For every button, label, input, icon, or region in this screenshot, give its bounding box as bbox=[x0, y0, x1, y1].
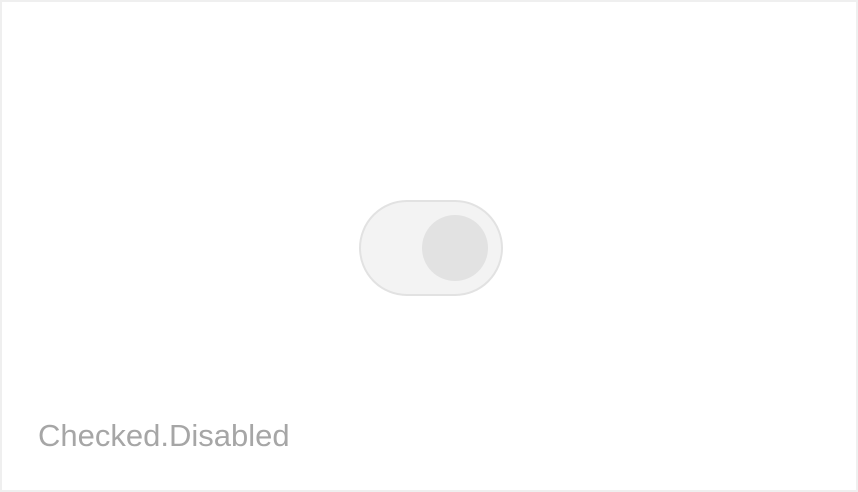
toggle-switch[interactable] bbox=[359, 200, 503, 296]
state-caption: Checked.Disabled bbox=[38, 418, 290, 453]
component-preview-frame: Checked.Disabled bbox=[0, 0, 858, 492]
toggle-knob bbox=[422, 215, 488, 281]
